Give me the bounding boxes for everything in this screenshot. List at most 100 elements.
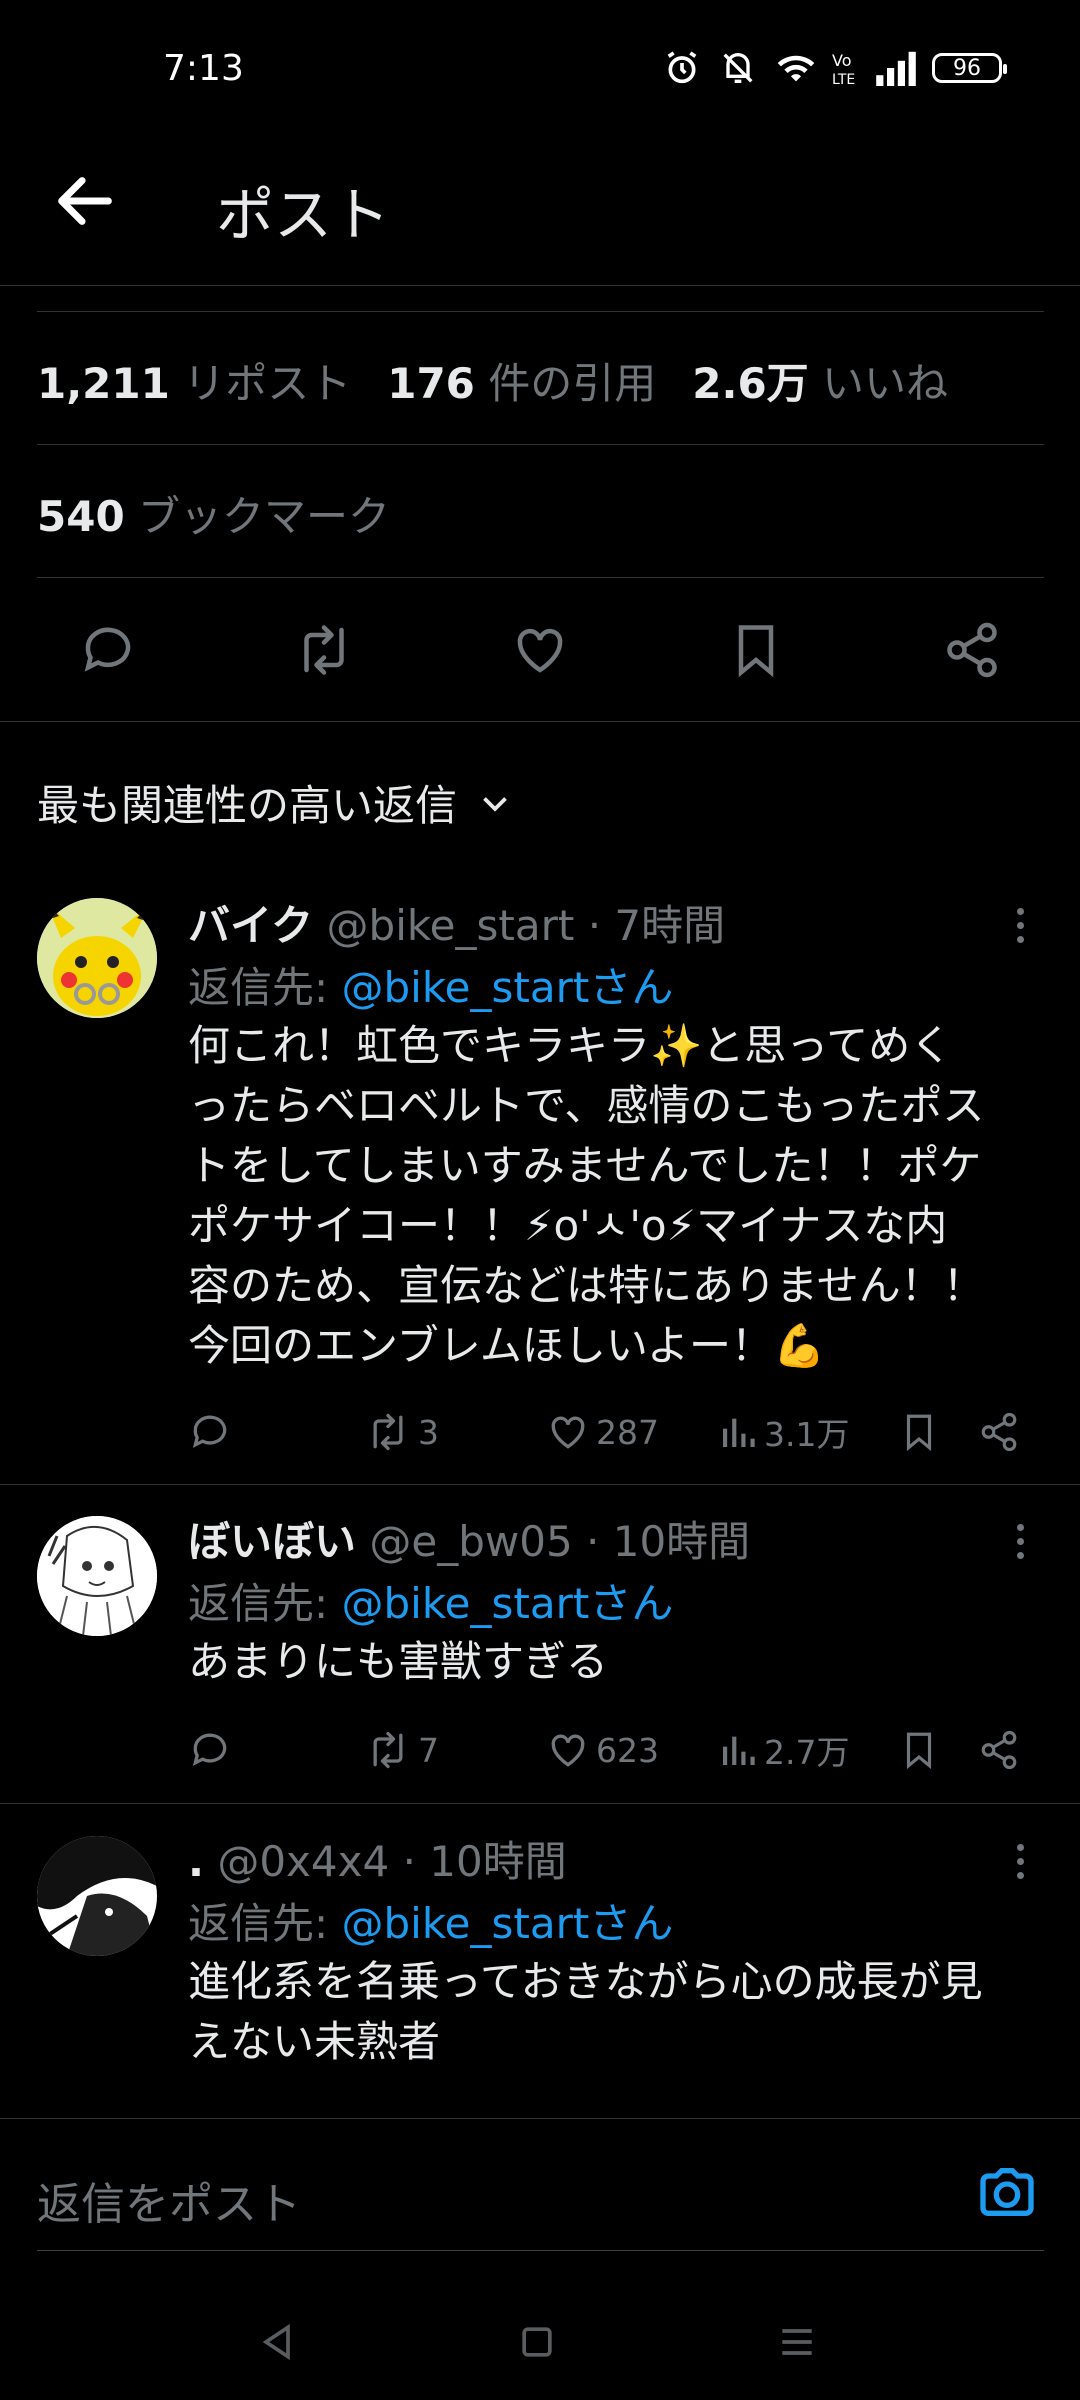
repost-button[interactable] — [284, 610, 364, 690]
bookmark-button[interactable] — [716, 610, 796, 690]
repost-icon — [304, 625, 344, 675]
avatar[interactable] — [37, 1836, 157, 1956]
reply-author-handle[interactable]: @e_bw05 — [369, 1517, 572, 1566]
svg-text:LTE: LTE — [832, 72, 855, 88]
more-options-button[interactable] — [1000, 900, 1040, 950]
bookmark-icon — [738, 625, 774, 678]
reply-to-mention[interactable]: @bike_startさん — [342, 1579, 674, 1628]
reply-repost-button[interactable]: 3 — [364, 1402, 439, 1462]
nav-back-button[interactable] — [255, 2320, 305, 2370]
avatar[interactable] — [37, 898, 157, 1018]
avatar[interactable] — [37, 1516, 157, 1636]
quotes-label: 件の引用 — [488, 359, 657, 408]
likes-stat[interactable]: 2.6万 いいね — [692, 350, 948, 411]
quotes-stat[interactable]: 176 件の引用 — [387, 350, 656, 411]
status-time: 7:13 — [163, 48, 244, 89]
more-options-button[interactable] — [1000, 1516, 1040, 1566]
like-count: 623 — [596, 1730, 659, 1770]
reply-item[interactable]: . @0x4x4 · 10時間 返信先: @bike_startさん 進化系を名… — [0, 1820, 1080, 2120]
volte-icon: Vo LTE — [832, 51, 855, 88]
repost-icon — [373, 1413, 403, 1451]
reply-to-label: 返信先: — [188, 1899, 329, 1948]
reply-author-handle[interactable]: @0x4x4 — [217, 1837, 389, 1886]
bookmarks-count: 540 — [37, 492, 125, 541]
post-action-bar — [0, 610, 1080, 690]
bookmarks-stat[interactable]: 540 ブックマーク — [37, 483, 390, 544]
views-count: 2.7万 — [764, 1733, 850, 1772]
share-icon — [981, 1412, 1017, 1452]
quotes-count: 176 — [387, 359, 475, 408]
nav-home-icon — [522, 2327, 552, 2357]
more-icon — [1016, 907, 1024, 915]
reply-text-line: ポケサイコー！！⚡o'ㅅ'o⚡マイナスな内 — [188, 1201, 948, 1250]
reply-button[interactable] — [68, 610, 148, 690]
reply-share-button[interactable] — [978, 1720, 1020, 1780]
reply-actions: 3 287 3.1万 — [188, 1402, 1068, 1462]
views-icon — [723, 1418, 755, 1447]
reply-to-mention[interactable]: @bike_startさん — [342, 963, 674, 1012]
camera-button[interactable] — [975, 2160, 1047, 2232]
reply-text-line: 今回のエンブレムほしいよー！💪 — [188, 1321, 826, 1370]
like-icon — [551, 1734, 585, 1767]
share-button[interactable] — [932, 610, 1012, 690]
reply-author-handle[interactable]: @bike_start — [327, 901, 575, 950]
avatar-pikachu-image — [37, 898, 157, 1018]
reply-like-button[interactable]: 623 — [546, 1720, 659, 1780]
reply-to-line: 返信先: @bike_startさん — [188, 1890, 673, 1951]
reply-sort-dropdown[interactable]: 最も関連性の高い返信 — [37, 772, 513, 833]
divider — [37, 577, 1044, 578]
divider — [0, 721, 1080, 722]
repost-icon — [373, 1731, 403, 1769]
reply-share-button[interactable] — [978, 1402, 1020, 1462]
likes-label: いいね — [822, 359, 949, 408]
divider — [37, 2250, 1044, 2251]
reply-reply-button[interactable] — [188, 1720, 232, 1780]
reply-to-mention[interactable]: @bike_startさん — [342, 1899, 674, 1948]
reply-repost-button[interactable]: 7 — [364, 1720, 439, 1780]
mute-vibrate-icon — [723, 53, 753, 83]
reply-text-line: えない未熟者 — [188, 2017, 441, 2066]
reply-item[interactable]: ぼいぼい @e_bw05 · 10時間 返信先: @bike_startさん あ… — [0, 1500, 1080, 1800]
bookmark-icon — [906, 1732, 932, 1770]
reply-author-name[interactable]: ぼいぼい — [188, 1517, 356, 1566]
reply-to-line: 返信先: @bike_startさん — [188, 1570, 673, 1631]
divider — [0, 1803, 1080, 1804]
nav-menu-icon — [782, 2329, 812, 2355]
status-icons: Vo LTE 96 — [662, 48, 1007, 88]
reply-text-line: 進化系を名乗っておきながら心の成長が見 — [188, 1957, 983, 2006]
nav-recents-button[interactable] — [775, 2320, 825, 2370]
views-count: 3.1万 — [764, 1415, 850, 1454]
nav-home-button[interactable] — [515, 2320, 565, 2370]
reply-bookmark-button[interactable] — [898, 1720, 940, 1780]
divider — [37, 444, 1044, 445]
reply-bookmark-button[interactable] — [898, 1402, 940, 1462]
more-options-button[interactable] — [1000, 1836, 1040, 1886]
sort-label: 最も関連性の高い返信 — [37, 781, 458, 830]
reply-input[interactable]: 返信をポスト — [37, 2168, 301, 2232]
back-button[interactable] — [50, 166, 120, 236]
reply-author-name[interactable]: . — [188, 1837, 204, 1886]
post-stats: 1,211 リポスト 176 件の引用 2.6万 いいね — [37, 350, 948, 411]
status-bar: 7:13 Vo LTE 96 — [0, 0, 1080, 140]
reply-time: · 10時間 — [402, 1837, 567, 1886]
avatar-sketch-image — [37, 1516, 157, 1636]
reply-views-button[interactable]: 2.7万 — [718, 1720, 849, 1780]
bookmark-icon — [906, 1414, 932, 1452]
divider — [37, 311, 1044, 312]
reply-item[interactable]: バイク @bike_start · 7時間 返信先: @bike_startさん… — [0, 880, 1080, 1483]
avatar-manga-image — [37, 1836, 157, 1956]
reply-time: · 7時間 — [587, 901, 726, 950]
reply-like-button[interactable]: 287 — [546, 1402, 659, 1462]
more-icon — [1016, 1843, 1024, 1851]
reply-actions: 7 623 2.7万 — [188, 1720, 1068, 1780]
reposts-count: 1,211 — [37, 359, 170, 408]
signal-icon — [876, 51, 916, 86]
like-button[interactable] — [500, 610, 580, 690]
reply-text-line: ったらベロベルトで、感情のこもったポス — [188, 1081, 985, 1130]
reply-reply-button[interactable] — [188, 1402, 232, 1462]
bookmarks-label: ブックマーク — [138, 492, 391, 541]
reply-author-name[interactable]: バイク — [188, 901, 313, 950]
reply-views-button[interactable]: 3.1万 — [718, 1402, 849, 1462]
reposts-stat[interactable]: 1,211 リポスト — [37, 350, 351, 411]
like-icon — [551, 1416, 585, 1449]
